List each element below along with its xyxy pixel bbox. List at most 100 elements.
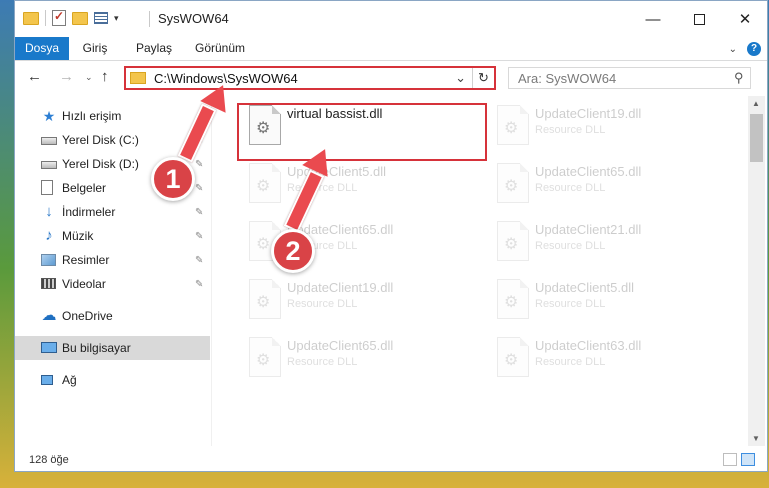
forward-button[interactable]: → — [59, 68, 74, 85]
file-tile[interactable]: ⚙ UpdateClient21.dll Resource DLL — [487, 214, 717, 268]
recent-locations-icon[interactable]: ⌄ — [85, 72, 93, 83]
close-button[interactable]: ✕ — [722, 1, 768, 37]
tab-file[interactable]: Dosya — [15, 37, 69, 60]
file-tile[interactable]: ⚙ UpdateClient19.dll Resource DLL — [239, 272, 469, 326]
gear-icon: ⚙ — [504, 178, 519, 195]
ribbon-controls: ⌄ ? — [729, 42, 761, 56]
help-icon[interactable]: ? — [747, 42, 761, 56]
address-dropdown-icon[interactable]: ⌄ — [455, 70, 466, 86]
minimize-button[interactable]: — — [630, 1, 676, 37]
sidebar-item-label: Hızlı erişim — [62, 109, 122, 123]
file-tile[interactable]: ⚙ UpdateClient65.dll Resource DLL — [487, 156, 717, 210]
search-placeholder[interactable]: Ara: SysWOW64 — [518, 71, 616, 86]
sidebar-item-quick-access[interactable]: ★ Hızlı erişim — [15, 104, 210, 128]
file-type: Resource DLL — [535, 182, 606, 194]
window-title: SysWOW64 — [158, 11, 229, 26]
search-box[interactable]: Ara: SysWOW64 ⚲ — [508, 67, 751, 89]
file-name: UpdateClient5.dll — [535, 280, 635, 295]
cloud-icon: ☁ — [41, 307, 57, 324]
tiles-view-icon[interactable] — [741, 453, 755, 466]
properties-icon[interactable] — [94, 12, 108, 24]
file-type: Resource DLL — [535, 298, 606, 310]
gear-icon: ⚙ — [504, 120, 519, 137]
sidebar-item-network[interactable]: Ağ — [15, 368, 210, 392]
back-button[interactable]: ← — [27, 68, 42, 85]
sidebar-item-label: Yerel Disk (C:) — [62, 133, 139, 147]
pane-divider[interactable] — [211, 96, 212, 446]
file-tile[interactable]: ⚙ UpdateClient63.dll Resource DLL — [487, 330, 717, 384]
download-icon: ↓ — [45, 203, 53, 220]
scroll-up-icon[interactable]: ▲ — [752, 99, 760, 108]
sidebar-item-onedrive[interactable]: ☁ OneDrive — [15, 304, 210, 328]
up-button[interactable]: ↑ — [101, 68, 109, 85]
file-tile[interactable]: ⚙ UpdateClient19.dll Resource DLL — [487, 98, 717, 152]
file-type: Resource DLL — [287, 182, 358, 194]
vertical-scrollbar[interactable]: ▲ ▼ — [748, 96, 765, 446]
sidebar-item-downloads[interactable]: ↓ İndirmeler ✎ — [15, 200, 210, 224]
properties-check-icon[interactable] — [52, 9, 66, 26]
expand-ribbon-icon[interactable]: ⌄ — [729, 44, 737, 55]
address-path[interactable]: C:\Windows\SysWOW64 — [154, 71, 298, 86]
disk-icon — [41, 161, 57, 169]
file-name: UpdateClient5.dll — [287, 164, 387, 179]
sidebar-item-videos[interactable]: Videolar ✎ — [15, 272, 210, 296]
file-tile[interactable]: ⚙ UpdateClient5.dll Resource DLL — [487, 272, 717, 326]
file-type: Resource DLL — [287, 298, 358, 310]
navigation-bar: ← → ⌄ ↑ C:\Windows\SysWOW64 ⌄ ↻ Ara: Sys… — [15, 62, 767, 94]
sidebar-item-label: Resimler — [62, 253, 110, 267]
details-view-icon[interactable] — [723, 453, 737, 466]
document-icon — [41, 180, 53, 195]
file-highlight-box — [237, 103, 487, 161]
pin-icon: ✎ — [195, 278, 204, 290]
file-name: UpdateClient65.dll — [535, 164, 642, 179]
explorer-window: ▾ SysWOW64 — ✕ Dosya Giriş Paylaş Görünü… — [14, 0, 768, 472]
dll-file-icon: ⚙ — [497, 337, 529, 377]
dll-file-icon: ⚙ — [497, 105, 529, 145]
dll-file-icon: ⚙ — [497, 163, 529, 203]
dll-file-icon: ⚙ — [497, 221, 529, 261]
file-tile[interactable]: ⚙ UpdateClient65.dll Resource DLL — [239, 330, 469, 384]
scroll-down-icon[interactable]: ▼ — [752, 434, 760, 443]
file-tile[interactable]: ⚙ UpdateClient5.dll Resource DLL — [239, 156, 469, 210]
step-1-marker: 1 — [151, 157, 195, 201]
toolbar-divider — [45, 10, 46, 26]
sidebar-item-music[interactable]: ♪ Müzik ✎ — [15, 224, 210, 248]
file-type: Resource DLL — [535, 356, 606, 368]
maximize-button[interactable] — [676, 1, 722, 37]
gear-icon: ⚙ — [256, 294, 271, 311]
pictures-icon — [41, 254, 56, 266]
sidebar-item-this-pc[interactable]: Bu bilgisayar — [15, 336, 210, 360]
tab-home[interactable]: Giriş — [75, 37, 115, 60]
new-folder-icon[interactable] — [72, 11, 88, 25]
quick-access-toolbar: ▾ — [23, 9, 119, 26]
gear-icon: ⚙ — [256, 178, 271, 195]
pin-icon: ✎ — [195, 158, 204, 170]
sidebar-item-label: Bu bilgisayar — [62, 341, 131, 355]
sidebar-item-label: Yerel Disk (D:) — [62, 157, 139, 171]
title-divider — [149, 11, 150, 27]
gear-icon: ⚙ — [256, 352, 271, 369]
gear-icon: ⚙ — [256, 236, 271, 253]
search-icon[interactable]: ⚲ — [734, 70, 744, 86]
tab-view[interactable]: Görünüm — [189, 37, 251, 60]
sidebar-item-label: Videolar — [62, 277, 106, 291]
folder-icon[interactable] — [23, 11, 39, 25]
scroll-thumb[interactable] — [750, 114, 763, 162]
address-bar[interactable]: C:\Windows\SysWOW64 ⌄ ↻ — [124, 66, 496, 90]
refresh-button[interactable]: ↻ — [472, 68, 494, 88]
star-icon: ★ — [42, 108, 56, 124]
maximize-icon — [693, 13, 705, 25]
file-name: UpdateClient21.dll — [535, 222, 642, 237]
customize-toolbar-dropdown-icon[interactable]: ▾ — [114, 13, 119, 24]
ribbon-tabs: Dosya Giriş Paylaş Görünüm ⌄ ? — [15, 37, 767, 61]
sidebar-item-label: Ağ — [62, 373, 77, 387]
file-type: Resource DLL — [287, 356, 358, 368]
sidebar-item-label: İndirmeler — [62, 205, 116, 219]
videos-icon — [41, 278, 56, 289]
sidebar-item-pictures[interactable]: Resimler ✎ — [15, 248, 210, 272]
file-name: UpdateClient63.dll — [535, 338, 642, 353]
pin-icon: ✎ — [195, 254, 204, 266]
tab-share[interactable]: Paylaş — [133, 37, 175, 60]
item-count: 128 öğe — [29, 454, 69, 466]
dll-file-icon: ⚙ — [249, 337, 281, 377]
